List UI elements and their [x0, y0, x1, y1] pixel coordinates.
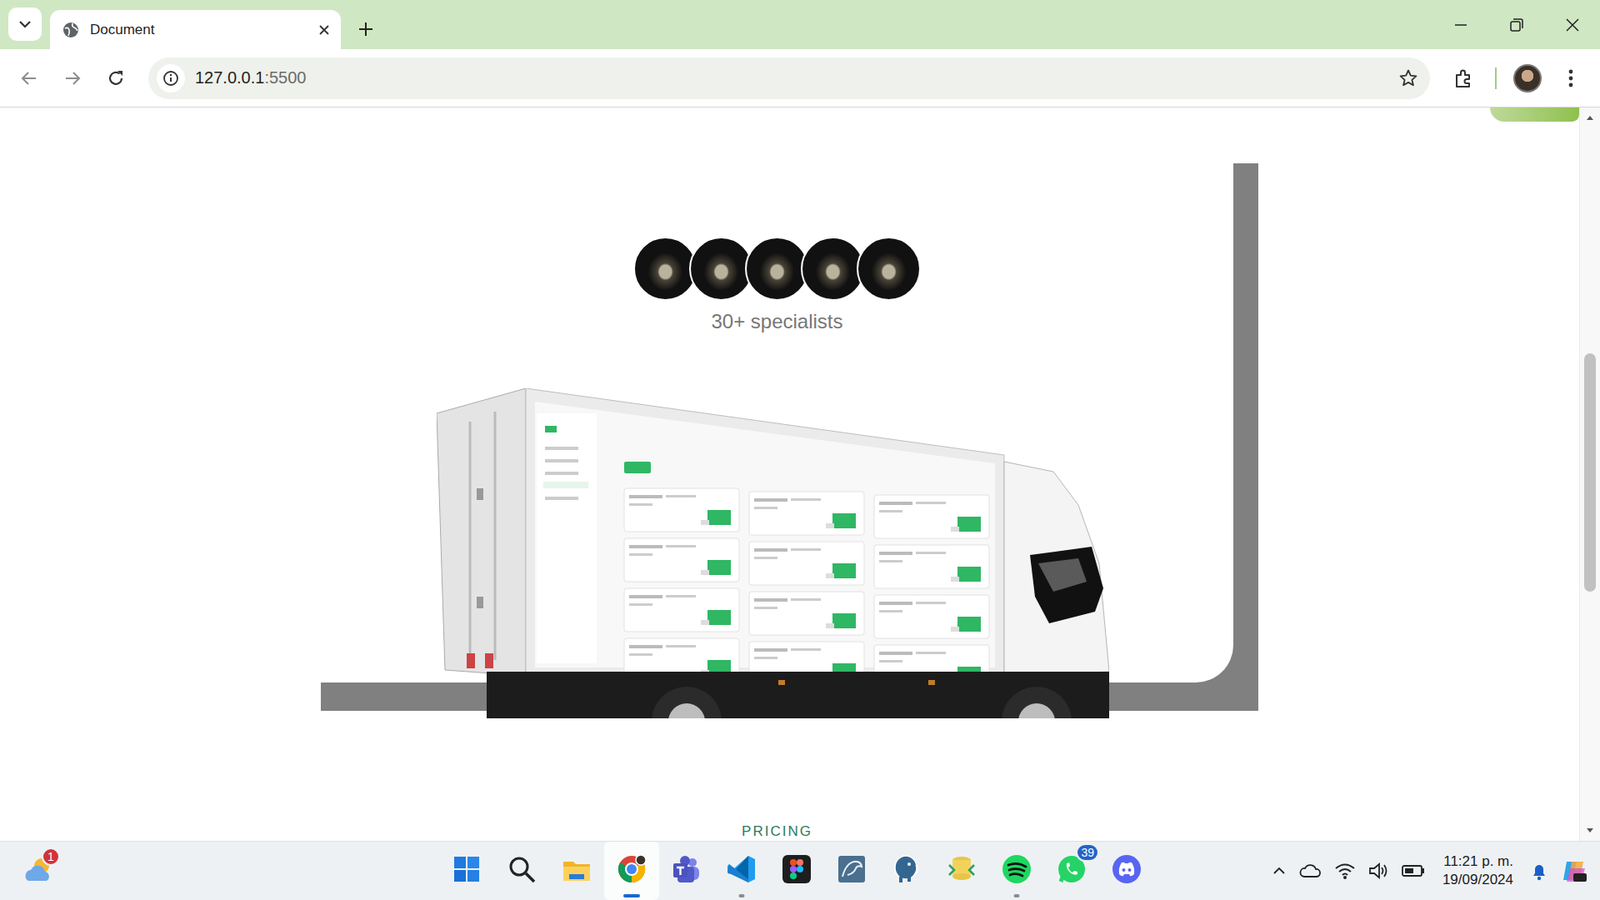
scroll-track[interactable]: [1580, 127, 1600, 821]
files-icon: [560, 853, 593, 889]
running-indicator: [739, 894, 745, 898]
app-badge: 39: [1075, 843, 1100, 862]
specialists-caption: 30+ specialists: [705, 308, 848, 335]
taskbar-app[interactable]: [659, 841, 715, 900]
taskbar: 1 39 11:21 p. m.19/09/2024: [0, 840, 1600, 900]
chevron-up-icon[interactable]: [1270, 862, 1288, 880]
start-icon: [450, 853, 483, 889]
close-window-icon[interactable]: [1544, 0, 1600, 50]
volume-icon[interactable]: [1367, 861, 1390, 880]
scroll-thumb[interactable]: [1584, 353, 1596, 592]
profile-button[interactable]: [1508, 59, 1547, 98]
running-indicator: [1014, 894, 1020, 898]
specialist-avatar: [689, 236, 754, 301]
address-bar[interactable]: 127.0.0.1:5500: [148, 57, 1430, 100]
taskbar-app[interactable]: 39: [1044, 841, 1100, 900]
restore-icon[interactable]: [1488, 0, 1545, 50]
copilot-icon[interactable]: [1560, 856, 1589, 885]
taskbar-app[interactable]: [824, 841, 880, 900]
taskbar-app[interactable]: [769, 841, 825, 900]
globe-icon: [61, 20, 80, 40]
tab-strip: Document: [0, 0, 1600, 50]
specialist-avatar: [800, 236, 865, 301]
tab-title: Document: [90, 21, 308, 39]
battery-icon[interactable]: [1400, 863, 1426, 879]
avatar-group: [633, 236, 921, 301]
truck-image: [436, 388, 1110, 719]
specialist-avatar: [745, 236, 810, 301]
url-port: :5500: [264, 68, 306, 87]
notification-bell-icon[interactable]: [1530, 860, 1549, 881]
taskbar-app[interactable]: [439, 841, 495, 900]
team-section: 30+ specialists: [320, 163, 1234, 683]
web-page: 30+ specialists PRICING: [0, 107, 1600, 841]
teams-icon: [670, 853, 703, 889]
tab-search-icon[interactable]: [8, 7, 42, 41]
toolbar-separator: [1495, 67, 1497, 90]
taskbar-app[interactable]: [879, 841, 935, 900]
taskbar-app[interactable]: [604, 841, 660, 900]
browser-toolbar: 127.0.0.1:5500: [0, 49, 1600, 108]
taskbar-app[interactable]: [934, 841, 990, 900]
decorative-shape: [1490, 107, 1580, 122]
postgres-icon: [890, 853, 923, 889]
specialist-avatar: [633, 236, 698, 301]
chrome-icon: [615, 853, 648, 889]
taskbar-app[interactable]: [714, 841, 770, 900]
weather-widget[interactable]: 1: [13, 845, 64, 896]
profile-avatar-icon: [1513, 64, 1542, 93]
section-heading: PRICING: [0, 823, 1580, 840]
figma-icon: [780, 853, 813, 889]
scroll-up-icon[interactable]: [1585, 107, 1595, 128]
reload-icon[interactable]: [96, 59, 135, 98]
taskbar-app[interactable]: [1099, 841, 1155, 900]
onedrive-icon[interactable]: [1299, 862, 1323, 880]
menu-dots-icon[interactable]: [1551, 59, 1590, 98]
taskbar-app[interactable]: [494, 841, 550, 900]
spotify-icon: [1000, 853, 1033, 889]
workbench-icon: [835, 853, 868, 889]
scroll-down-icon[interactable]: [1585, 820, 1595, 841]
taskbar-app[interactable]: [989, 841, 1045, 900]
taskbar-app[interactable]: [549, 841, 605, 900]
running-indicator: [623, 894, 640, 898]
gray-frame: 30+ specialists: [320, 163, 1259, 711]
window-controls: [1432, 0, 1600, 50]
clock-time: 11:21 p. m.: [1443, 852, 1514, 871]
bookmark-star-icon[interactable]: [1398, 68, 1419, 89]
url-host: 127.0.0.1: [195, 68, 265, 87]
forward-icon[interactable]: [53, 59, 92, 98]
back-icon[interactable]: [10, 59, 49, 98]
browser-tab[interactable]: Document: [50, 10, 341, 50]
specialist-avatar: [856, 236, 921, 301]
weather-badge: 1: [41, 847, 60, 866]
clock-date: 19/09/2024: [1442, 870, 1514, 890]
system-tray: 11:21 p. m.19/09/2024: [1270, 852, 1600, 890]
search-icon: [505, 853, 538, 889]
scrollbar[interactable]: [1579, 107, 1600, 841]
url-text[interactable]: 127.0.0.1:5500: [195, 68, 1389, 88]
new-tab-icon[interactable]: [349, 12, 383, 46]
page-content: 30+ specialists PRICING: [0, 107, 1580, 841]
discord-icon: [1110, 853, 1143, 889]
taskbar-apps: 39: [439, 841, 1155, 900]
site-info-icon[interactable]: [156, 64, 185, 93]
dbtool-icon: [945, 853, 978, 889]
vscode-icon: [725, 853, 758, 889]
minimize-icon[interactable]: [1432, 0, 1489, 50]
extensions-icon[interactable]: [1445, 59, 1484, 98]
wifi-icon[interactable]: [1334, 861, 1356, 880]
close-tab-icon[interactable]: [317, 23, 331, 37]
clock[interactable]: 11:21 p. m.19/09/2024: [1437, 852, 1519, 890]
